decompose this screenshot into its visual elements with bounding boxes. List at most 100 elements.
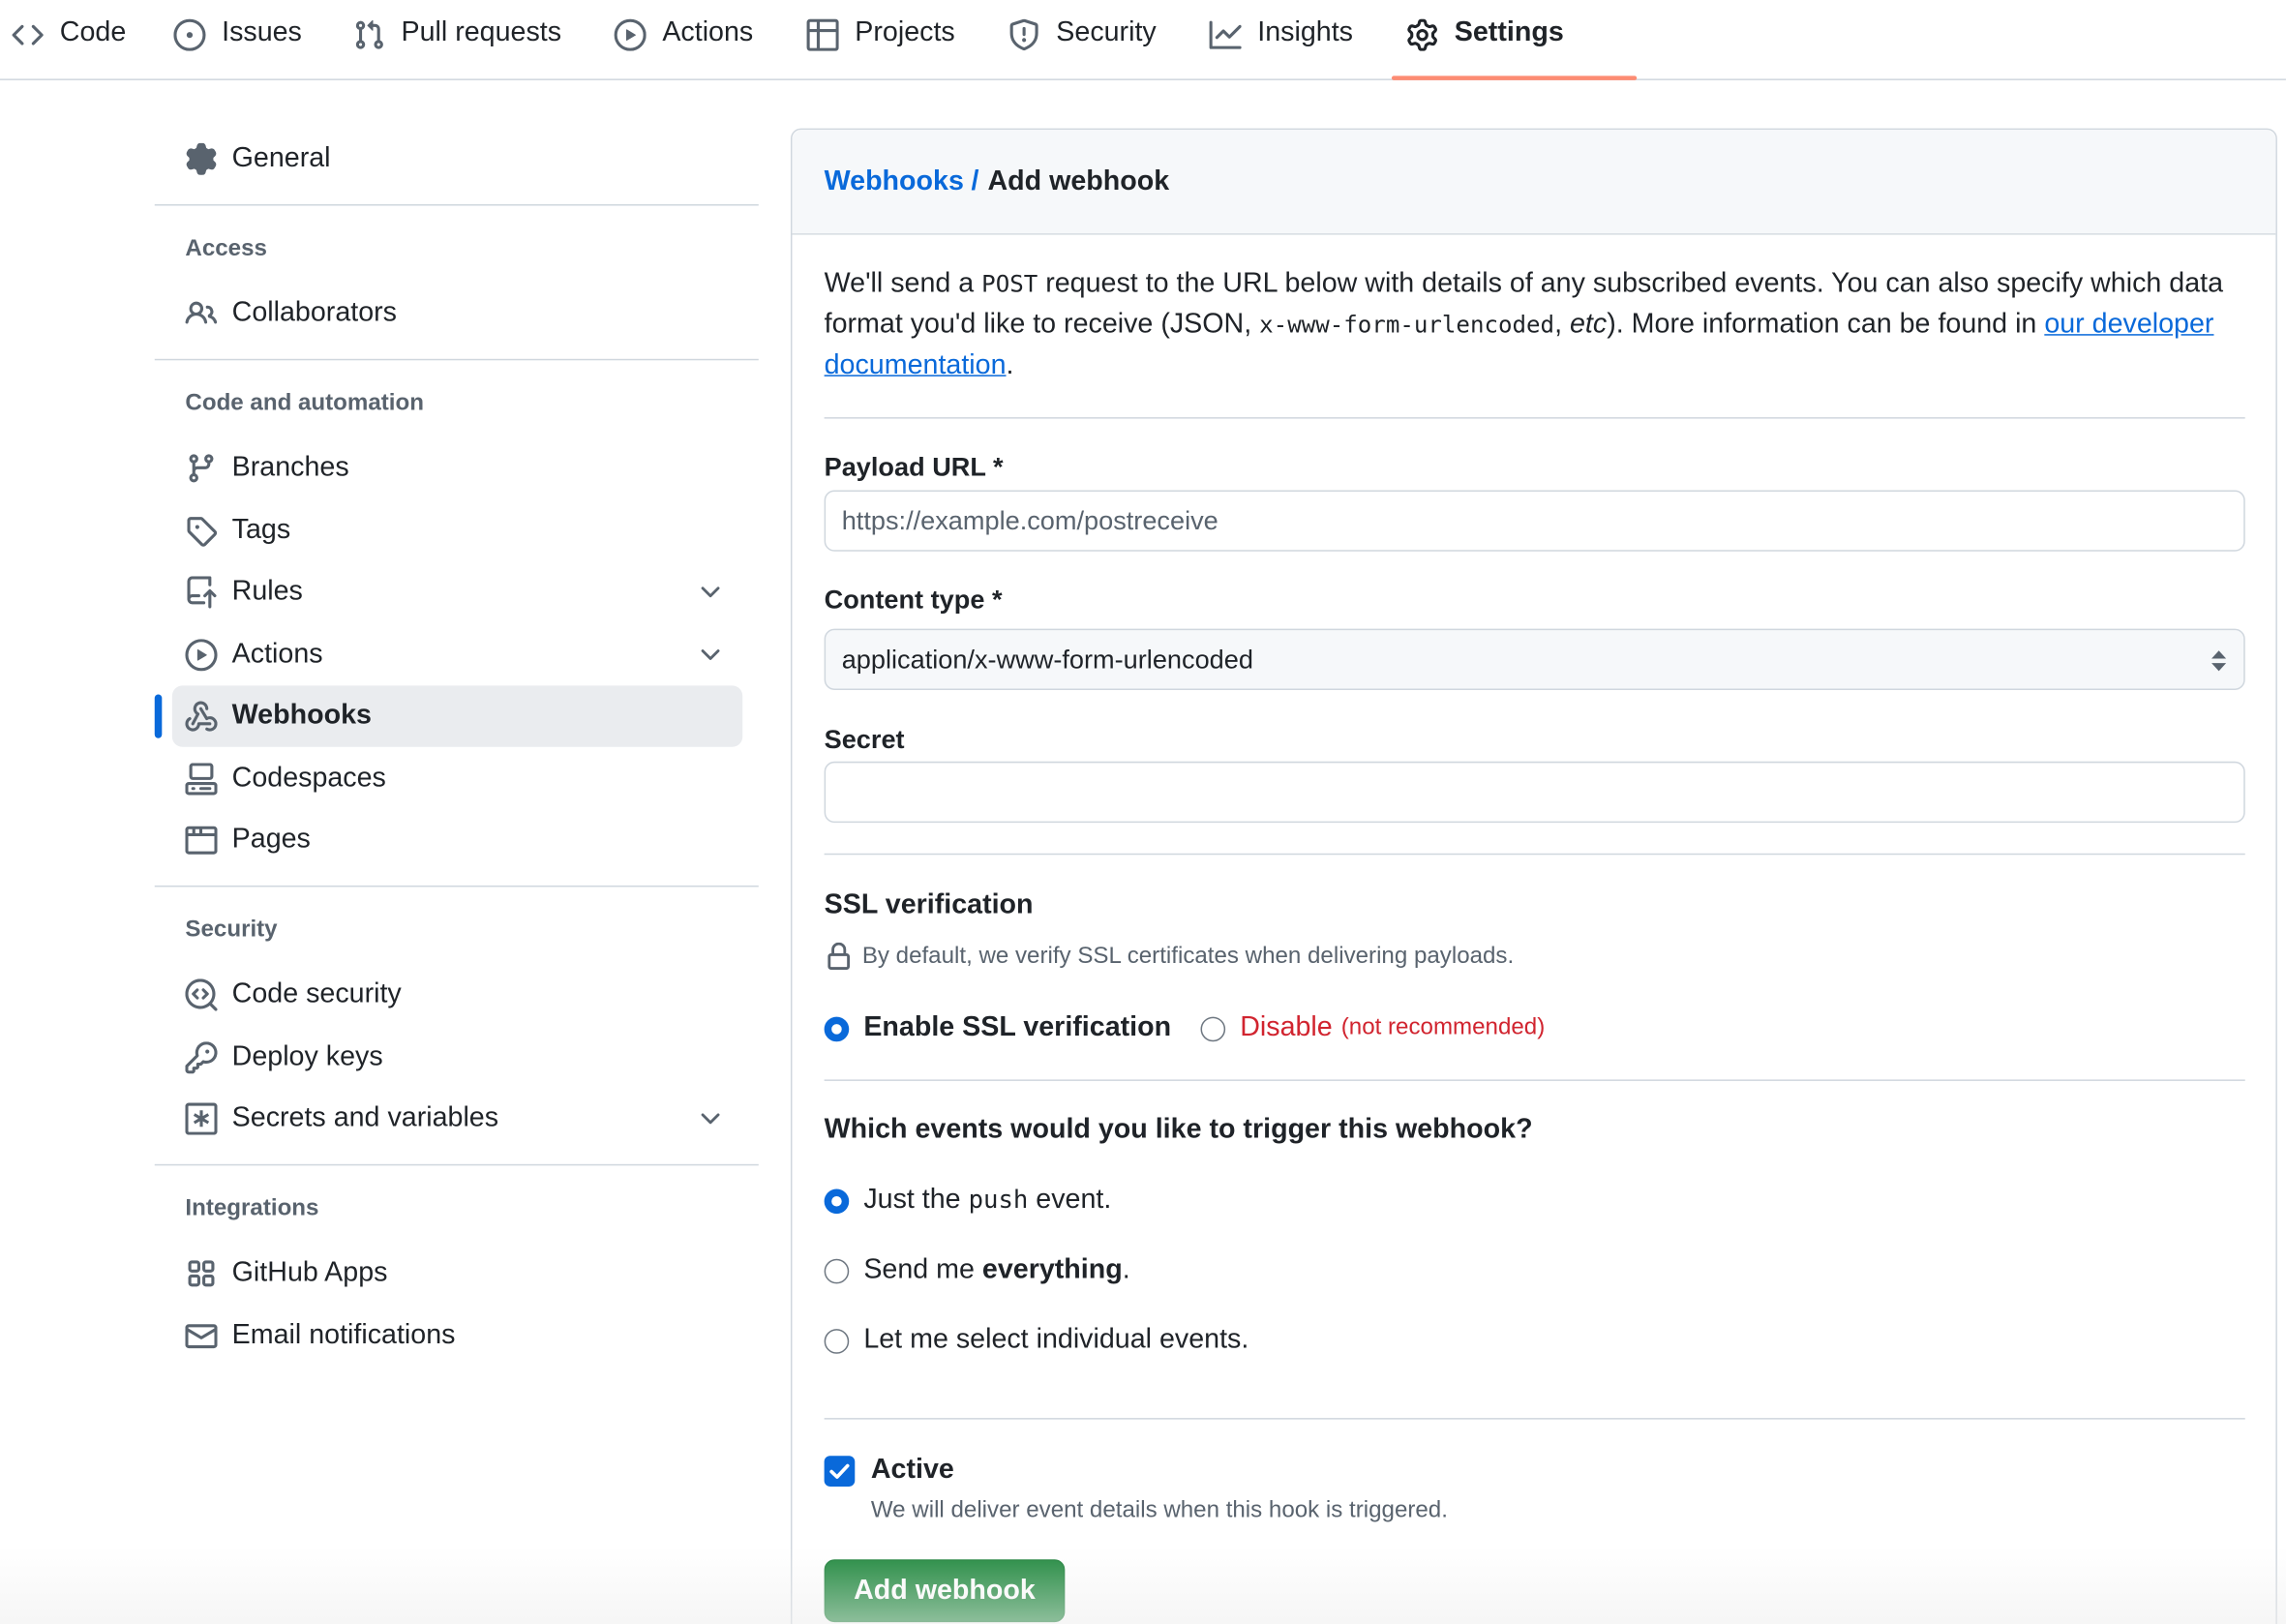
repo-nav: Code Issues Pull requests Actions Projec… — [0, 0, 2286, 80]
tab-projects[interactable]: Projects — [806, 0, 955, 80]
gear-icon — [1407, 18, 1437, 51]
sidebar-item-label: Email notifications — [231, 1320, 456, 1351]
sidebar-item-email-notifications[interactable]: Email notifications — [172, 1306, 742, 1367]
sidebar-item-github-apps[interactable]: GitHub Apps — [172, 1243, 742, 1304]
tab-pull-requests[interactable]: Pull requests — [353, 0, 561, 80]
key-icon — [185, 1041, 218, 1074]
everything-radio[interactable] — [824, 1258, 850, 1283]
push-event-radio[interactable] — [824, 1188, 850, 1214]
tab-code[interactable]: Code — [12, 0, 126, 80]
check-icon — [829, 1463, 850, 1479]
sidebar-item-label: Collaborators — [231, 297, 397, 329]
push-event-radio-option[interactable]: Just the push event. — [824, 1184, 1112, 1217]
enable-ssl-radio-option[interactable]: Enable SSL verification — [824, 1012, 1172, 1044]
git-branch-icon — [189, 454, 214, 483]
sidebar-item-collaborators[interactable]: Collaborators — [172, 283, 742, 344]
individual-events-radio-option[interactable]: Let me select individual events. — [824, 1325, 1248, 1357]
divider — [824, 853, 2245, 856]
sidebar-heading-access: Access — [185, 236, 267, 261]
table-icon — [806, 18, 839, 51]
sidebar-item-general[interactable]: General — [172, 129, 742, 190]
repo-push-icon — [187, 576, 217, 609]
individual-events-radio[interactable] — [824, 1328, 850, 1354]
sidebar-divider — [154, 204, 759, 206]
everything-radio-option[interactable]: Send me everything. — [824, 1254, 1130, 1286]
enable-ssl-label: Enable SSL verification — [863, 1012, 1172, 1043]
chevron-down-icon[interactable] — [696, 1104, 725, 1133]
intro-code-post: POST — [981, 269, 1038, 298]
sidebar-item-codespaces[interactable]: Codespaces — [172, 748, 742, 809]
intro-text-part: . — [1006, 349, 1014, 381]
sidebar-item-actions[interactable]: Actions — [172, 624, 742, 685]
mail-icon — [185, 1324, 218, 1349]
breadcrumb-webhooks-link[interactable]: Webhooks — [825, 165, 964, 197]
active-item-indicator — [154, 694, 163, 738]
sidebar-item-label: Tags — [231, 515, 291, 546]
everything-prefix: Send me — [863, 1254, 982, 1285]
tab-issues-label: Issues — [222, 17, 302, 48]
sidebar-item-secrets-and-variables[interactable]: Secrets and variables — [172, 1088, 742, 1149]
sidebar-item-label: Actions — [231, 639, 323, 670]
tab-actions[interactable]: Actions — [614, 0, 753, 80]
tab-security[interactable]: Security — [1008, 0, 1157, 80]
divider — [824, 1418, 2245, 1420]
sidebar-heading-code-automation: Code and automation — [185, 390, 424, 416]
tab-code-label: Code — [59, 17, 127, 48]
chevron-down-icon[interactable] — [696, 578, 725, 607]
tab-projects-label: Projects — [855, 17, 955, 48]
sidebar-item-label: Branches — [231, 452, 349, 483]
enable-ssl-radio[interactable] — [824, 1015, 850, 1041]
sidebar-heading-security: Security — [185, 917, 278, 943]
sidebar-item-webhooks[interactable]: Webhooks — [171, 685, 743, 747]
sidebar-item-label: Code security — [231, 978, 402, 1010]
git-pull-request-icon — [355, 19, 383, 49]
disable-ssl-note: (not recommended) — [1340, 1015, 1546, 1040]
content-type-select[interactable]: application/x-www-form-urlencoded — [824, 628, 2245, 690]
active-checkbox[interactable] — [824, 1456, 856, 1487]
sidebar-item-pages[interactable]: Pages — [172, 810, 742, 871]
webhook-icon — [185, 701, 218, 732]
sidebar-item-label: Codespaces — [231, 763, 386, 794]
tab-issues[interactable]: Issues — [173, 0, 302, 80]
sidebar-heading-integrations: Integrations — [185, 1195, 319, 1221]
disable-ssl-radio-option[interactable]: Disable (not recommended) — [1200, 1012, 1546, 1044]
ssl-verification-heading: SSL verification — [824, 889, 1034, 921]
sidebar-item-label: Pages — [231, 824, 311, 856]
intro-text: We'll send a POST request to the URL bel… — [825, 264, 2262, 387]
page: Code Issues Pull requests Actions Projec… — [0, 0, 2286, 1624]
intro-code-format: x-www-form-urlencoded — [1259, 311, 1555, 339]
payload-url-input[interactable] — [824, 490, 2245, 552]
divider — [824, 1079, 2245, 1081]
lock-icon — [827, 942, 851, 970]
sidebar-item-tags[interactable]: Tags — [172, 500, 742, 561]
content-type-label: Content type * — [824, 585, 1003, 615]
events-heading: Which events would you like to trigger t… — [824, 1114, 1533, 1146]
codescan-icon — [185, 978, 218, 1011]
tab-insights[interactable]: Insights — [1209, 0, 1353, 80]
sidebar-item-label: Rules — [231, 576, 303, 608]
codespaces-icon — [185, 763, 218, 796]
push-event-suffix: event. — [1028, 1184, 1112, 1216]
disable-ssl-label: Disable — [1240, 1012, 1333, 1043]
ssl-description-text: By default, we verify SSL certificates w… — [861, 944, 1515, 969]
secret-label: Secret — [824, 725, 905, 755]
sidebar-divider — [154, 358, 759, 361]
payload-url-label: Payload URL * — [824, 452, 1004, 482]
tab-security-label: Security — [1056, 17, 1157, 48]
gear-icon — [186, 142, 217, 175]
add-webhook-button[interactable]: Add webhook — [824, 1559, 1066, 1623]
sidebar-item-label: Deploy keys — [231, 1041, 383, 1072]
sidebar-item-rules[interactable]: Rules — [172, 561, 742, 622]
browser-icon — [185, 826, 218, 855]
issue-opened-icon — [173, 18, 206, 51]
chevron-down-icon[interactable] — [696, 641, 725, 670]
sidebar-item-deploy-keys[interactable]: Deploy keys — [172, 1027, 742, 1088]
disable-ssl-radio[interactable] — [1200, 1015, 1226, 1041]
tab-insights-label: Insights — [1257, 17, 1353, 48]
tab-settings[interactable]: Settings — [1391, 0, 1638, 80]
sidebar-item-code-security[interactable]: Code security — [172, 964, 742, 1025]
sidebar-item-label: GitHub Apps — [231, 1257, 388, 1288]
breadcrumb-separator: / — [971, 165, 979, 196]
secret-input[interactable] — [824, 761, 2245, 824]
sidebar-item-branches[interactable]: Branches — [172, 437, 742, 498]
